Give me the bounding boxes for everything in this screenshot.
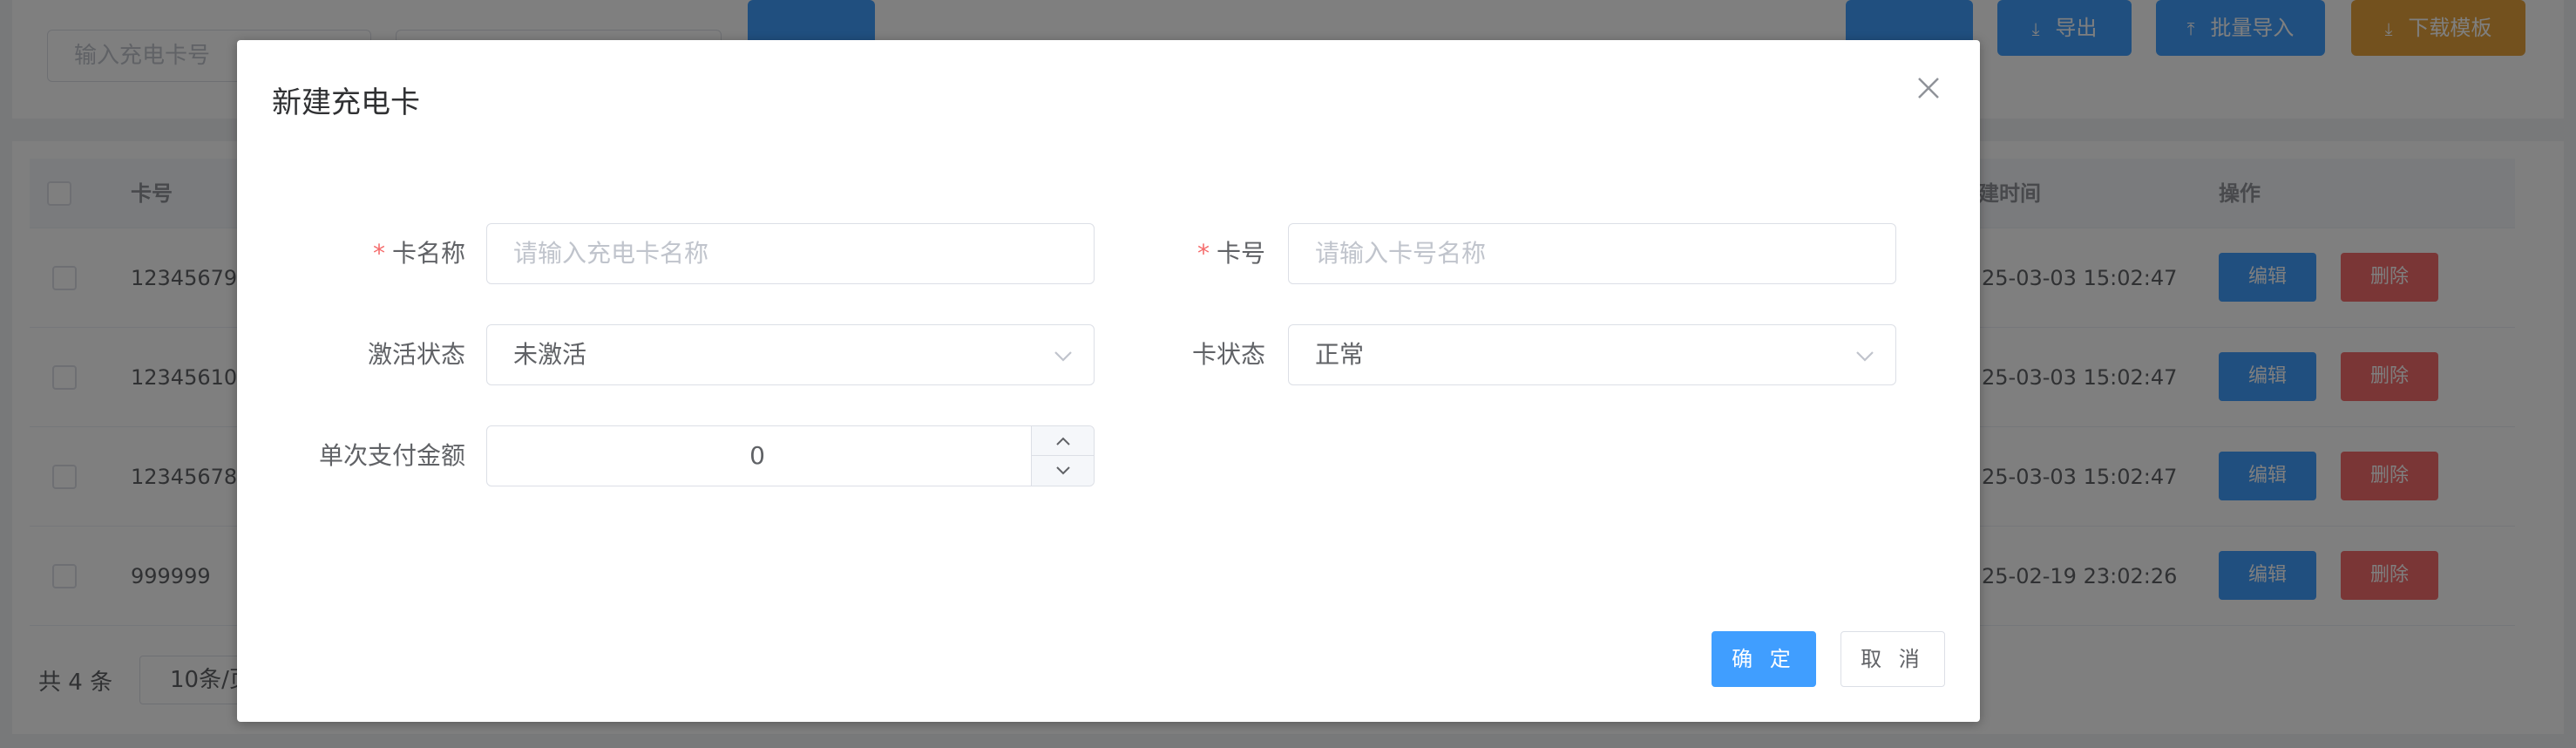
activation-status-label: 激活状态 [367,340,465,369]
card-no-input[interactable]: 请输入卡号名称 [1288,223,1896,284]
single-payment-value[interactable]: 0 [487,426,1027,486]
chevron-down-icon [1054,351,1072,362]
activation-status-select[interactable]: 未激活 [486,324,1095,385]
dialog-title: 新建充电卡 [272,85,420,120]
chevron-down-icon [1856,351,1874,362]
card-status-label: 卡状态 [1191,340,1265,369]
card-status-select[interactable]: 正常 [1288,324,1896,385]
required-mark: * [1196,239,1210,268]
confirm-button[interactable]: 确 定 [1712,631,1816,687]
card-name-input[interactable]: 请输入充电卡名称 [486,223,1095,284]
chevron-down-icon [1055,466,1070,475]
activation-status-value: 未激活 [513,340,587,369]
required-mark: * [372,239,385,268]
card-no-label-text: 卡号 [1216,239,1265,268]
single-payment-label: 单次支付金额 [318,441,465,470]
new-card-dialog: 新建充电卡 * 卡名称 请输入充电卡名称 * 卡号 请输入卡号名称 激活状态 未激活… [237,40,1980,722]
cancel-button[interactable]: 取 消 [1840,631,1945,687]
card-no-label: * 卡号 [1108,223,1265,284]
decrease-button[interactable] [1031,456,1094,486]
card-name-label: * 卡名称 [237,223,465,284]
close-icon[interactable] [1915,75,1942,101]
increase-button[interactable] [1031,426,1094,456]
card-status-value: 正常 [1315,340,1365,369]
card-name-label-text: 卡名称 [391,239,465,268]
chevron-up-icon [1055,437,1070,445]
single-payment-number-input[interactable]: 0 [486,425,1095,486]
